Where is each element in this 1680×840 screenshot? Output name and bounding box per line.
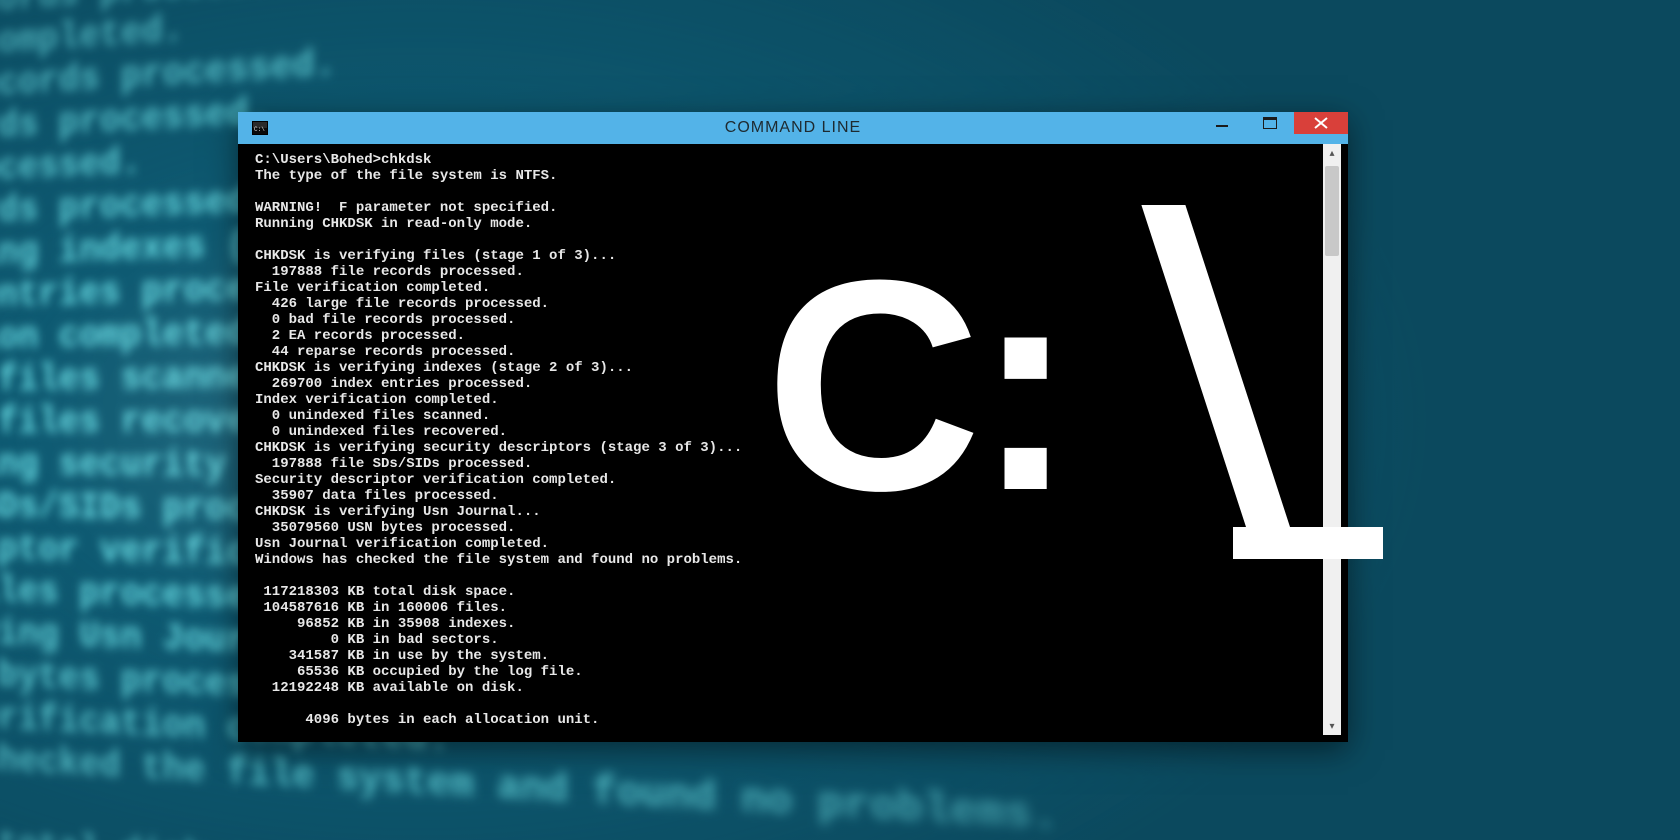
window-title: COMMAND LINE xyxy=(238,119,1348,137)
close-button[interactable] xyxy=(1294,112,1348,134)
minimize-icon xyxy=(1216,117,1228,129)
window-controls xyxy=(1198,112,1348,136)
titlebar[interactable]: COMMAND LINE xyxy=(238,112,1348,144)
scroll-down-arrow-icon[interactable]: ▾ xyxy=(1323,717,1341,735)
minimize-button[interactable] xyxy=(1198,112,1246,134)
scroll-up-arrow-icon[interactable]: ▴ xyxy=(1323,144,1341,162)
scroll-thumb[interactable] xyxy=(1325,166,1339,256)
maximize-icon xyxy=(1263,117,1277,129)
terminal-output[interactable]: C:\Users\Bohed>chkdsk The type of the fi… xyxy=(255,152,1317,727)
vertical-scrollbar[interactable]: ▴ ▾ xyxy=(1323,144,1341,735)
command-line-window: COMMAND LINE C:\Users\Bohed>chkdsk The t… xyxy=(238,112,1348,742)
cmd-app-icon xyxy=(252,121,268,135)
close-icon xyxy=(1314,117,1328,129)
maximize-button[interactable] xyxy=(1246,112,1294,134)
